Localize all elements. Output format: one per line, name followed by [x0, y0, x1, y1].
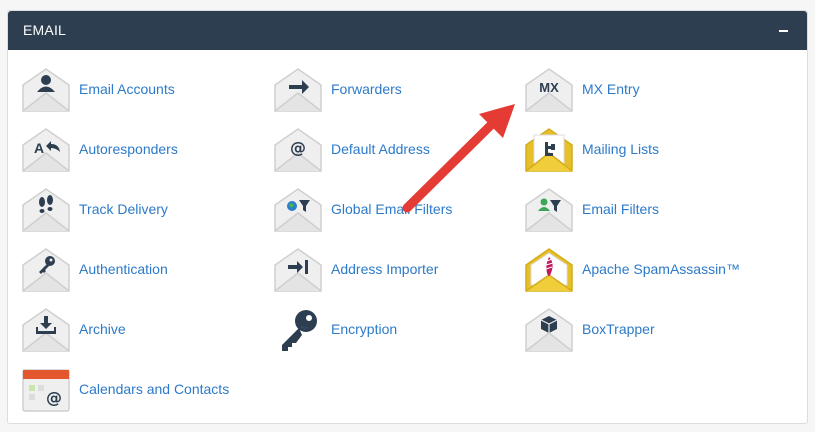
- minus-icon: [779, 30, 788, 32]
- archive-link[interactable]: Archive: [22, 303, 262, 357]
- item-label: Authentication: [79, 261, 168, 277]
- mailing-lists-link[interactable]: Mailing Lists: [525, 123, 765, 177]
- global-email-filters-icon: [274, 187, 322, 233]
- svg-text:A: A: [34, 140, 44, 156]
- encryption-link[interactable]: Encryption: [274, 303, 514, 357]
- item-label: Archive: [79, 321, 126, 337]
- item-label: Apache SpamAssassin™: [582, 261, 740, 277]
- item-label: Email Accounts: [79, 81, 175, 97]
- item-label: Mailing Lists: [582, 141, 660, 157]
- calendars-contacts-icon: @: [22, 367, 70, 413]
- email-panel: EMAIL Email Accounts Forwarders MX MX En…: [7, 10, 808, 424]
- calendars-contacts-link[interactable]: @ Calendars and Contacts: [22, 363, 262, 417]
- spamassassin-icon: [525, 247, 573, 293]
- authentication-link[interactable]: Authentication: [22, 243, 262, 297]
- authentication-icon: [22, 247, 70, 293]
- autoresponders-icon: A: [22, 127, 70, 173]
- mx-entry-link[interactable]: MX MX Entry: [525, 63, 765, 117]
- collapse-button[interactable]: [775, 19, 793, 41]
- address-importer-link[interactable]: Address Importer: [274, 243, 514, 297]
- svg-text:@: @: [290, 138, 306, 157]
- item-label: BoxTrapper: [582, 321, 655, 337]
- track-delivery-icon: [22, 187, 70, 233]
- address-importer-icon: [274, 247, 322, 293]
- boxtrapper-link[interactable]: BoxTrapper: [525, 303, 765, 357]
- forwarders-link[interactable]: Forwarders: [274, 63, 514, 117]
- item-label: Autoresponders: [79, 141, 178, 157]
- item-label: Forwarders: [331, 81, 402, 97]
- default-address-icon: @: [274, 127, 322, 173]
- boxtrapper-icon: [525, 307, 573, 353]
- mailing-lists-icon: [525, 127, 573, 173]
- track-delivery-link[interactable]: Track Delivery: [22, 183, 262, 237]
- email-filters-link[interactable]: Email Filters: [525, 183, 765, 237]
- archive-icon: [22, 307, 70, 353]
- svg-text:MX: MX: [539, 80, 559, 95]
- autoresponders-link[interactable]: A Autoresponders: [22, 123, 262, 177]
- item-label: Encryption: [331, 321, 398, 337]
- email-accounts-icon: [22, 67, 70, 113]
- item-label: Global Email Filters: [331, 201, 453, 217]
- item-label: Address Importer: [331, 261, 439, 277]
- email-accounts-link[interactable]: Email Accounts: [22, 63, 262, 117]
- svg-text:@: @: [46, 388, 62, 407]
- item-label: Track Delivery: [79, 201, 168, 217]
- key-icon: [274, 307, 322, 353]
- panel-header: EMAIL: [8, 11, 807, 50]
- default-address-link[interactable]: @ Default Address: [274, 123, 514, 177]
- forwarders-icon: [274, 67, 322, 113]
- email-filters-icon: [525, 187, 573, 233]
- item-label: Calendars and Contacts: [79, 381, 230, 397]
- item-label: Email Filters: [582, 201, 660, 217]
- item-label: MX Entry: [582, 81, 640, 97]
- panel-title: EMAIL: [23, 22, 67, 38]
- global-email-filters-link[interactable]: Global Email Filters: [274, 183, 514, 237]
- mx-entry-icon: MX: [525, 67, 573, 113]
- spamassassin-link[interactable]: Apache SpamAssassin™: [525, 243, 765, 297]
- item-label: Default Address: [331, 141, 430, 157]
